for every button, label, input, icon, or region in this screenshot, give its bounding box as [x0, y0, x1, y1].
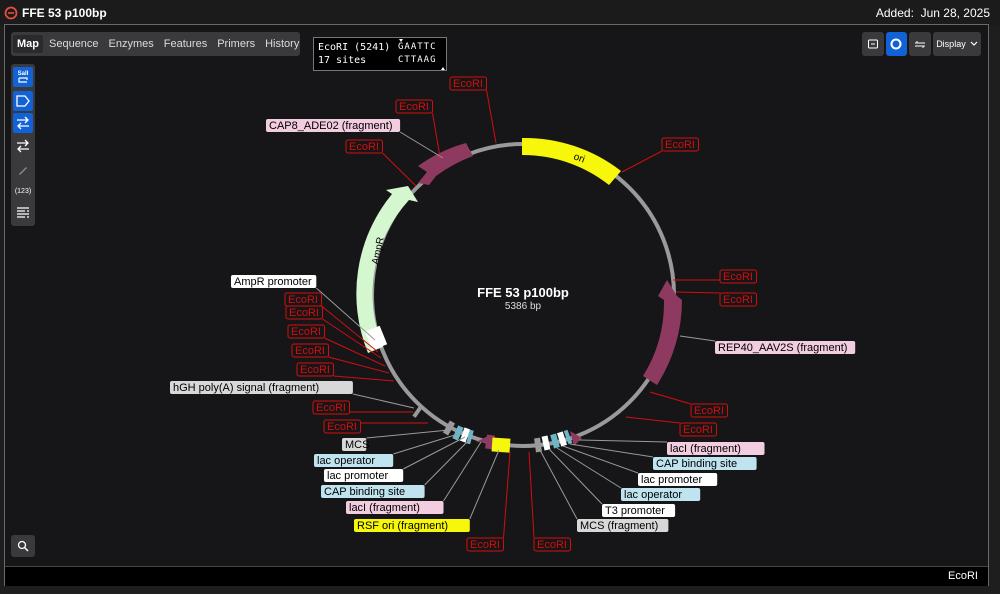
- leader-line-cap_binding: [569, 443, 654, 458]
- enzyme-label-ecori[interactable]: EcoRI: [723, 271, 753, 283]
- enzyme-label-ecori[interactable]: EcoRI: [289, 307, 319, 319]
- feature-rep40-fragment[interactable]: [643, 280, 682, 385]
- enzyme-label-ecori[interactable]: EcoRI: [453, 78, 483, 90]
- enzyme-label-ecori[interactable]: EcoRI: [399, 101, 429, 113]
- feature-label-ampr-promoter[interactable]: AmpR promoter: [234, 276, 312, 288]
- leader-line-ecori: [649, 391, 692, 405]
- leader-line-ecori: [528, 451, 535, 539]
- enzyme-label-ecori[interactable]: EcoRI: [288, 294, 318, 306]
- enzyme-label-ecori[interactable]: EcoRI: [349, 141, 379, 153]
- feature-label-cap8[interactable]: CAP8_ADE02 (fragment): [269, 120, 393, 132]
- feature-label-mcs-fragment[interactable]: MCS (fragment): [580, 520, 658, 532]
- leader-line-mcs_fragment: [539, 449, 578, 520]
- selected-enzyme: EcoRI: [948, 570, 978, 582]
- feature-label-lac-operator[interactable]: lac operator: [624, 489, 682, 501]
- leader-line-ecori: [333, 375, 395, 382]
- enzyme-label-ecori[interactable]: EcoRI: [665, 139, 695, 151]
- leader-line-ecori: [625, 416, 681, 424]
- enzyme-label-ecori[interactable]: EcoRI: [327, 421, 357, 433]
- feature-label-lac-promoter[interactable]: lac promoter: [327, 470, 388, 482]
- feature-label-rsf-ori[interactable]: RSF ori (fragment): [357, 520, 448, 532]
- feature-label-cap-binding[interactable]: CAP binding site: [656, 458, 737, 470]
- feature-label-rep40[interactable]: REP40_AAV2S (fragment): [718, 342, 847, 354]
- feature-mcs-fragment[interactable]: [534, 437, 542, 453]
- feature-cap8-fragment[interactable]: [418, 143, 473, 185]
- enzyme-label-ecori[interactable]: EcoRI: [291, 326, 321, 338]
- leader-line-ecori: [675, 291, 721, 294]
- feature-label-cap-binding[interactable]: CAP binding site: [324, 486, 405, 498]
- feature-label-hgh[interactable]: hGH poly(A) signal (fragment): [173, 382, 319, 394]
- leader-line-ecori: [328, 356, 390, 374]
- enzyme-label-ecori[interactable]: EcoRI: [470, 539, 500, 551]
- enzyme-label-ecori[interactable]: EcoRI: [537, 539, 567, 551]
- enzyme-label-ecori[interactable]: EcoRI: [316, 402, 346, 414]
- enzyme-label-ecori[interactable]: EcoRI: [683, 424, 713, 436]
- leader-line-rsf_ori: [469, 449, 500, 520]
- leader-line-rep40: [679, 335, 716, 342]
- leader-line-ecori: [621, 150, 663, 173]
- map-labels: EcoRIEcoRICAP8_ADE02 (fragment)EcoRI EcoR…: [170, 76, 856, 552]
- enzyme-label-ecori[interactable]: EcoRI: [295, 345, 325, 357]
- leader-line-laci_fragment: [443, 441, 482, 502]
- feature-ampr[interactable]: [356, 186, 418, 353]
- feature-rsf-ori[interactable]: [491, 437, 511, 453]
- feature-label-lac-operator[interactable]: lac operator: [317, 455, 375, 467]
- plasmid-name: FFE 53 p100bp: [477, 285, 569, 300]
- feature-label-lac-promoter[interactable]: lac promoter: [641, 474, 702, 486]
- enzyme-label-ecori[interactable]: EcoRI: [723, 294, 753, 306]
- leader-line-mcs: [366, 429, 450, 439]
- feature-label-mcs[interactable]: MCS: [345, 439, 369, 451]
- plasmid-length: 5386 bp: [505, 301, 542, 312]
- leader-line-ecori: [503, 451, 511, 539]
- feature-label-t3-promoter[interactable]: T3 promoter: [605, 505, 665, 517]
- leader-line-ecori: [432, 112, 441, 158]
- feature-label-laci-fragment[interactable]: lacI (fragment): [670, 443, 741, 455]
- status-bar: EcoRI: [5, 566, 988, 586]
- leader-line-laci_fragment: [578, 439, 668, 443]
- leader-line-lac_promoter: [562, 445, 639, 474]
- feature-label-laci-fragment[interactable]: lacI (fragment): [349, 502, 420, 514]
- leader-line-lac_operator: [556, 447, 622, 489]
- leader-line-ecori: [486, 89, 497, 144]
- leader-line-ecori: [382, 152, 417, 187]
- leader-line-lac_operator: [393, 433, 459, 455]
- leader-line-hgh: [352, 393, 415, 409]
- enzyme-label-ecori[interactable]: EcoRI: [300, 364, 330, 376]
- enzyme-label-ecori[interactable]: EcoRI: [694, 405, 724, 417]
- plasmid-map[interactable]: ori AmpR FFE 53 p100bp 5386 bp EcoRIEcoR…: [0, 0, 1000, 594]
